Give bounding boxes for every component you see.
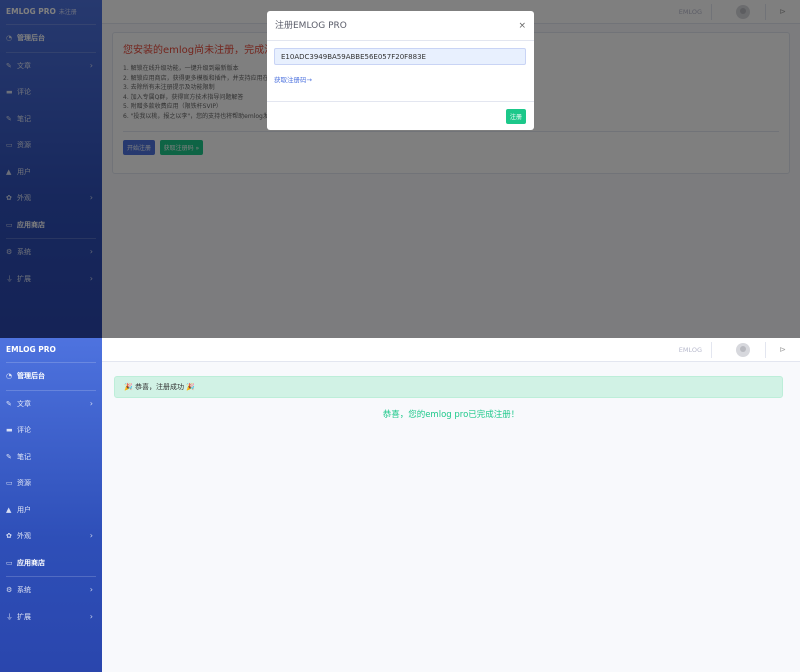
frame-unregistered: EMLOG PRO未注册 ◔管理后台✎文章›▬评论✎笔记▭资源▲用户✿外观›▭应…: [0, 0, 800, 338]
chevron-right-icon: ›: [89, 398, 93, 408]
dashboard-icon: ◔: [6, 372, 13, 380]
sidebar-item-6[interactable]: ✿ 外观 ›: [0, 523, 102, 550]
close-icon[interactable]: ×: [518, 11, 526, 41]
sidebar-item-9[interactable]: ⏚ 扩展 ›: [0, 604, 102, 631]
note-icon: ✎: [6, 452, 12, 461]
comment-icon: ▬: [6, 426, 13, 434]
sidebar-item-0[interactable]: ◔ 管理后台: [0, 363, 102, 390]
brand[interactable]: EMLOG PRO: [0, 338, 102, 362]
sidebar-item-4[interactable]: ▭ 资源: [0, 470, 102, 497]
chevron-right-icon: ›: [89, 585, 93, 594]
pencil-icon: ✎: [6, 399, 12, 408]
register-modal: 注册EMLOG PRO × 获取注册码→ 注册: [267, 11, 534, 130]
topbar: EMLOG ⊳: [102, 338, 800, 362]
plug-icon: ⏚: [6, 612, 13, 621]
sidebar-item-8[interactable]: ⚙ 系统 ›: [0, 577, 102, 604]
sidebar: EMLOG PRO ◔ 管理后台 ✎ 文章 › ▬ 评论 ✎ 笔记 ▭ 资源 ▲ 用户 ✿ 外观 › ▭ 应用商店…: [0, 338, 102, 672]
sidebar-item-label: 用户: [17, 505, 31, 514]
get-code-link[interactable]: 获取注册码→: [274, 74, 312, 84]
sidebar-item-3[interactable]: ✎ 笔记: [0, 444, 102, 471]
party-icon: 🎉: [124, 383, 133, 391]
modal-footer: [267, 101, 534, 102]
topbar-divider: [711, 342, 712, 358]
chevron-right-icon: ›: [89, 611, 93, 621]
alert-text: 恭喜，注册成功: [134, 383, 184, 391]
sidebar-item-label: 笔记: [17, 452, 31, 461]
topbar-divider: [765, 342, 766, 358]
username[interactable]: EMLOG: [679, 338, 702, 362]
sidebar-item-7[interactable]: ▭ 应用商店: [0, 550, 102, 577]
sidebar-item-label: 文章: [17, 399, 31, 408]
gear-icon: ⚙: [6, 586, 13, 594]
success-message: 恭喜，您的emlog pro已完成注册！: [382, 410, 520, 420]
sidebar-item-2[interactable]: ▬ 评论: [0, 417, 102, 444]
logout-icon[interactable]: ⊳: [779, 338, 786, 362]
sidebar-item-label: 应用商店: [17, 558, 45, 567]
sidebar-item-label: 管理后台: [17, 372, 45, 380]
register-code-input[interactable]: [274, 48, 526, 65]
sidebar-item-1[interactable]: ✎ 文章 ›: [0, 391, 102, 418]
success-alert: 🎉 恭喜，注册成功 🎉: [114, 376, 783, 398]
chevron-right-icon: ›: [89, 531, 93, 540]
store-icon: ▭: [6, 558, 13, 567]
party-icon: 🎉: [186, 383, 195, 391]
modal-header: 注册EMLOG PRO ×: [267, 11, 534, 41]
sidebar-item-label: 资源: [17, 479, 31, 487]
avatar[interactable]: [736, 343, 750, 357]
sidebar-menu: ◔ 管理后台 ✎ 文章 › ▬ 评论 ✎ 笔记 ▭ 资源 ▲ 用户 ✿ 外观 › ▭ 应用商店 ⚙ 系统 › ⏚ 扩展 ›: [0, 363, 102, 630]
sidebar-item-label: 评论: [17, 426, 31, 434]
modal-title: 注册EMLOG PRO: [275, 21, 347, 31]
main-content: EMLOG ⊳ 🎉 恭喜，注册成功 🎉 恭喜，您的emlog pro已完成注册！: [102, 338, 800, 672]
sidebar-item-5[interactable]: ▲ 用户: [0, 497, 102, 524]
sidebar-item-label: 外观: [17, 532, 31, 540]
image-icon: ▭: [6, 479, 13, 487]
sidebar-item-label: 系统: [17, 586, 31, 594]
palette-icon: ✿: [6, 532, 12, 540]
frame-registered: EMLOG PRO ◔ 管理后台 ✎ 文章 › ▬ 评论 ✎ 笔记 ▭ 资源 ▲ 用户 ✿ 外观 › ▭ 应用商店…: [0, 338, 800, 672]
sidebar-item-label: 扩展: [17, 612, 31, 621]
register-submit-button[interactable]: 注册: [505, 109, 526, 124]
user-icon: ▲: [6, 505, 12, 514]
